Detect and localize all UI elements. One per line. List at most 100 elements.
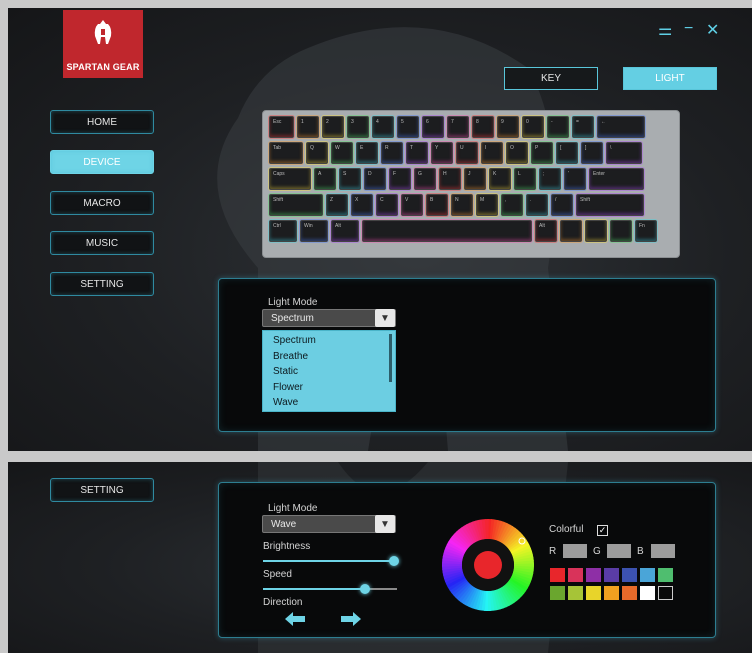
color-swatch[interactable] [568,568,583,582]
keyboard-key[interactable]: B [426,194,448,216]
dropdown-scrollbar[interactable] [389,334,392,382]
keyboard-key[interactable]: ; [539,168,561,190]
keyboard-key[interactable]: , [501,194,523,216]
keyboard-key[interactable]: Y [431,142,453,164]
dropdown-option-wave[interactable]: Wave [263,395,395,411]
keyboard-key[interactable]: V [401,194,423,216]
keyboard-key[interactable] [585,220,607,242]
g-value-input[interactable] [607,544,631,558]
keyboard-key[interactable]: Alt [331,220,359,242]
color-swatch[interactable] [550,568,565,582]
r-value-input[interactable] [563,544,587,558]
color-wheel[interactable] [442,519,534,611]
keyboard-key[interactable]: 3 [347,116,369,138]
keyboard-key[interactable]: 6 [422,116,444,138]
keyboard-key[interactable]: R [381,142,403,164]
keyboard-key[interactable]: [ [556,142,578,164]
speed-slider-knob[interactable] [359,584,370,594]
keyboard-key[interactable] [610,220,632,242]
keyboard-key[interactable]: . [526,194,548,216]
keyboard-key[interactable]: N [451,194,473,216]
keyboard-key[interactable]: T [406,142,428,164]
keyboard-key[interactable] [560,220,582,242]
keyboard-key[interactable]: G [414,168,436,190]
nav-setting-button[interactable]: SETTING [50,272,154,296]
nav-home-button[interactable]: HOME [50,110,154,134]
color-swatch[interactable] [586,586,601,600]
keyboard-key[interactable]: O [506,142,528,164]
dropdown-option-flower[interactable]: Flower [263,380,395,396]
color-swatch[interactable] [640,568,655,582]
keyboard-key[interactable]: Ctrl [269,220,297,242]
keyboard-key[interactable]: F [389,168,411,190]
color-swatch[interactable] [550,586,565,600]
direction-left-button[interactable] [285,610,305,631]
dropdown-option-static[interactable]: Static [263,364,395,380]
direction-right-button[interactable] [341,610,361,631]
light-mode-select[interactable]: Spectrum ▼ [262,309,396,327]
color-swatch[interactable] [604,586,619,600]
keyboard-key[interactable]: Z [326,194,348,216]
keyboard-key[interactable]: 1 [297,116,319,138]
keyboard-key[interactable]: P [531,142,553,164]
minimize-button[interactable]: − [684,20,693,38]
dropdown-option-breathe[interactable]: Breathe [263,349,395,365]
keyboard-key[interactable]: Shift [576,194,644,216]
nav-music-button[interactable]: MUSIC [50,231,154,255]
nav-device-button[interactable]: DEVICE [50,150,154,174]
keyboard-key[interactable]: Fn [635,220,657,242]
keyboard-key[interactable]: J [464,168,486,190]
keyboard-key[interactable]: 9 [497,116,519,138]
color-swatch[interactable] [604,568,619,582]
keyboard-key[interactable]: 5 [397,116,419,138]
keyboard-key[interactable]: ' [564,168,586,190]
keyboard-key[interactable]: ← [597,116,645,138]
keyboard-key[interactable]: X [351,194,373,216]
keyboard-key[interactable]: Alt [535,220,557,242]
keyboard-key[interactable]: = [572,116,594,138]
keyboard-key[interactable] [362,220,532,242]
color-swatch[interactable] [622,568,637,582]
color-swatch[interactable] [658,586,673,600]
color-swatch[interactable] [640,586,655,600]
color-swatch[interactable] [568,586,583,600]
keyboard-key[interactable]: 2 [322,116,344,138]
keyboard-key[interactable]: 0 [522,116,544,138]
keyboard-key[interactable]: ] [581,142,603,164]
keyboard-key[interactable]: 7 [447,116,469,138]
keyboard-key[interactable]: M [476,194,498,216]
keyboard-key[interactable]: / [551,194,573,216]
tab-light[interactable]: LIGHT [623,67,717,90]
menu-icon[interactable]: ⚌ [658,20,672,40]
keyboard-key[interactable]: Shift [269,194,323,216]
keyboard-key[interactable]: Tab [269,142,303,164]
keyboard-key[interactable]: 8 [472,116,494,138]
keyboard-key[interactable]: \ [606,142,642,164]
colorful-checkbox[interactable]: ✓ [597,525,608,536]
keyboard-key[interactable]: I [481,142,503,164]
keyboard-key[interactable]: - [547,116,569,138]
keyboard-key[interactable]: 4 [372,116,394,138]
color-swatch[interactable] [586,568,601,582]
chevron-down-icon[interactable]: ▼ [375,515,395,533]
chevron-down-icon[interactable]: ▼ [375,309,395,327]
nav-setting-button[interactable]: SETTING [50,478,154,502]
keyboard-key[interactable]: E [356,142,378,164]
keyboard-key[interactable]: Esc [269,116,294,138]
keyboard-key[interactable]: S [339,168,361,190]
color-swatch[interactable] [622,586,637,600]
dropdown-option-spectrum[interactable]: Spectrum [263,333,395,349]
keyboard-key[interactable]: L [514,168,536,190]
light-mode-select[interactable]: Wave ▼ [262,515,396,533]
color-swatch[interactable] [658,568,673,582]
keyboard-key[interactable]: D [364,168,386,190]
keyboard-key[interactable]: W [331,142,353,164]
keyboard-key[interactable]: Q [306,142,328,164]
keyboard-key[interactable]: A [314,168,336,190]
close-button[interactable]: ✕ [706,20,719,40]
keyboard-key[interactable]: H [439,168,461,190]
b-value-input[interactable] [651,544,675,558]
keyboard-key[interactable]: K [489,168,511,190]
keyboard-key[interactable]: Win [300,220,328,242]
keyboard-key[interactable]: Enter [589,168,644,190]
